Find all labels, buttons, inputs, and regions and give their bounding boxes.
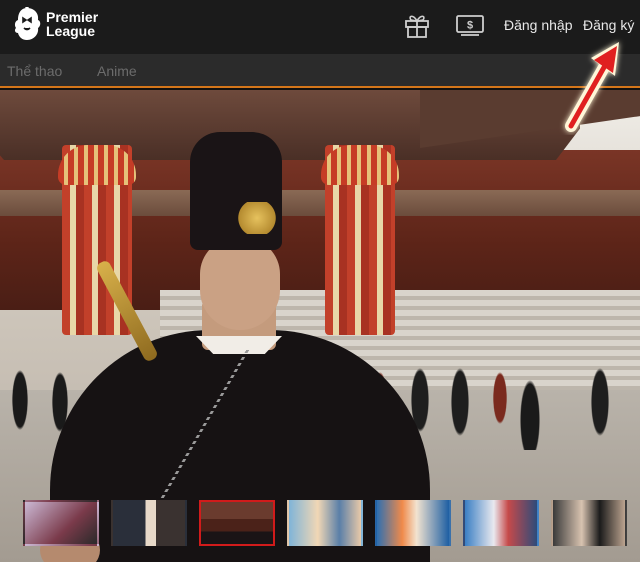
money-icon[interactable]: $ bbox=[455, 13, 485, 37]
brand-text: Premier League bbox=[46, 10, 98, 38]
svg-text:$: $ bbox=[467, 20, 473, 32]
thumbnail-1[interactable] bbox=[23, 500, 99, 546]
thumbnail-4[interactable] bbox=[287, 500, 363, 546]
thumbnail-strip bbox=[0, 498, 640, 550]
thumbnail-5[interactable] bbox=[375, 500, 451, 546]
lantern-right bbox=[321, 145, 399, 335]
thumbnail-6[interactable] bbox=[463, 500, 539, 546]
thumbnail-7[interactable] bbox=[551, 500, 627, 546]
nav-item-anime[interactable]: Anime bbox=[97, 63, 137, 79]
hero-banner-image[interactable] bbox=[0, 90, 640, 562]
hat-badge bbox=[236, 202, 278, 234]
thumbnail-3[interactable] bbox=[199, 500, 275, 546]
gift-icon[interactable] bbox=[403, 12, 431, 38]
brand-line-2: League bbox=[46, 23, 96, 39]
category-nav: Thể thao Anime bbox=[0, 54, 640, 88]
top-header: Premier League $ Đăng nhập Đăng ký bbox=[0, 0, 640, 54]
person-face bbox=[200, 238, 280, 330]
premier-league-logo[interactable]: Premier League bbox=[12, 6, 98, 42]
brand-line-1: Premier bbox=[46, 9, 99, 25]
thumbnail-2[interactable] bbox=[111, 500, 187, 546]
lion-icon bbox=[14, 7, 41, 40]
annotation-arrow-icon bbox=[565, 42, 619, 132]
nav-item-sports[interactable]: Thể thao bbox=[7, 63, 62, 79]
